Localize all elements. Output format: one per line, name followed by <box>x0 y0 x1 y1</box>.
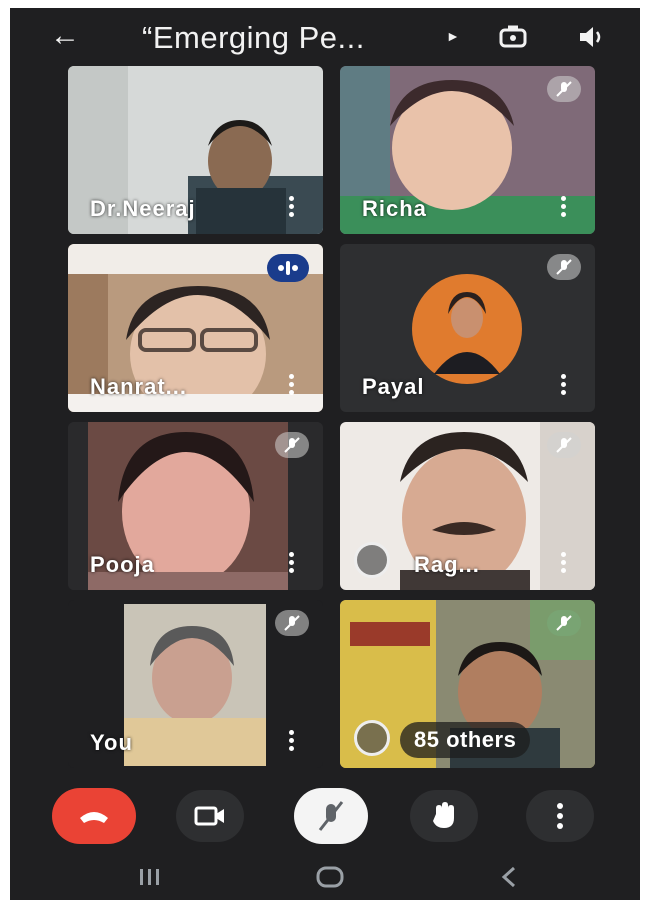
others-tile[interactable]: 85 others <box>340 600 595 768</box>
hand-icon <box>433 802 454 828</box>
recent-apps-icon[interactable] <box>130 860 170 894</box>
mic-off-icon <box>318 801 344 831</box>
participant-tile[interactable]: Pooja <box>68 422 323 590</box>
more-options-icon[interactable] <box>289 196 295 220</box>
speaking-indicator-icon <box>267 254 309 282</box>
mic-off-icon <box>275 610 309 636</box>
participant-tile[interactable]: Dr.Neeraj <box>68 66 323 234</box>
meet-call-screen: ← “Emerging Pe... ► Dr.Neeraj Richa Nanr… <box>10 8 640 900</box>
camera-icon <box>194 806 224 826</box>
more-options-button[interactable] <box>526 790 594 842</box>
participant-tile[interactable]: Richa <box>340 66 595 234</box>
leave-call-button[interactable] <box>52 788 136 844</box>
presentation-icon <box>354 720 390 756</box>
mic-off-icon <box>547 610 581 636</box>
mic-off-icon <box>275 432 309 458</box>
mic-off-icon <box>547 254 581 280</box>
mic-off-icon <box>547 76 581 102</box>
participant-tile-self[interactable]: You <box>68 600 323 768</box>
microphone-button[interactable] <box>294 788 368 844</box>
participant-name: Pooja <box>90 552 155 577</box>
more-vert-icon <box>557 803 563 829</box>
mic-off-icon <box>547 432 581 458</box>
avatar <box>412 274 522 384</box>
home-icon[interactable] <box>310 860 350 894</box>
system-nav-bar <box>10 854 640 900</box>
call-controls <box>10 782 640 852</box>
others-count-label: 85 others <box>400 722 531 758</box>
raise-hand-button[interactable] <box>410 790 478 842</box>
more-options-icon[interactable] <box>289 730 295 754</box>
participant-name: You <box>90 730 133 755</box>
participant-name: Nanrat... <box>90 374 188 399</box>
participant-tile[interactable]: Payal <box>340 244 595 412</box>
participant-tile[interactable]: Nanrat... <box>68 244 323 412</box>
participant-tile[interactable]: Rag... <box>340 422 595 590</box>
participant-name: Dr.Neeraj <box>90 196 196 221</box>
more-options-icon[interactable] <box>289 374 295 398</box>
presentation-icon <box>354 542 390 578</box>
participant-name: Richa <box>362 196 427 221</box>
more-options-icon[interactable] <box>561 374 567 398</box>
more-options-icon[interactable] <box>561 552 567 576</box>
back-icon[interactable] <box>490 860 530 894</box>
camera-button[interactable] <box>176 790 244 842</box>
participant-name: Payal <box>362 374 425 399</box>
participant-name: Rag... <box>414 552 480 577</box>
more-options-icon[interactable] <box>289 552 295 576</box>
more-options-icon[interactable] <box>561 196 567 220</box>
participant-grid: Dr.Neeraj Richa Nanrat... Payal Pooja Ra… <box>10 8 640 788</box>
hang-up-icon <box>80 812 108 823</box>
